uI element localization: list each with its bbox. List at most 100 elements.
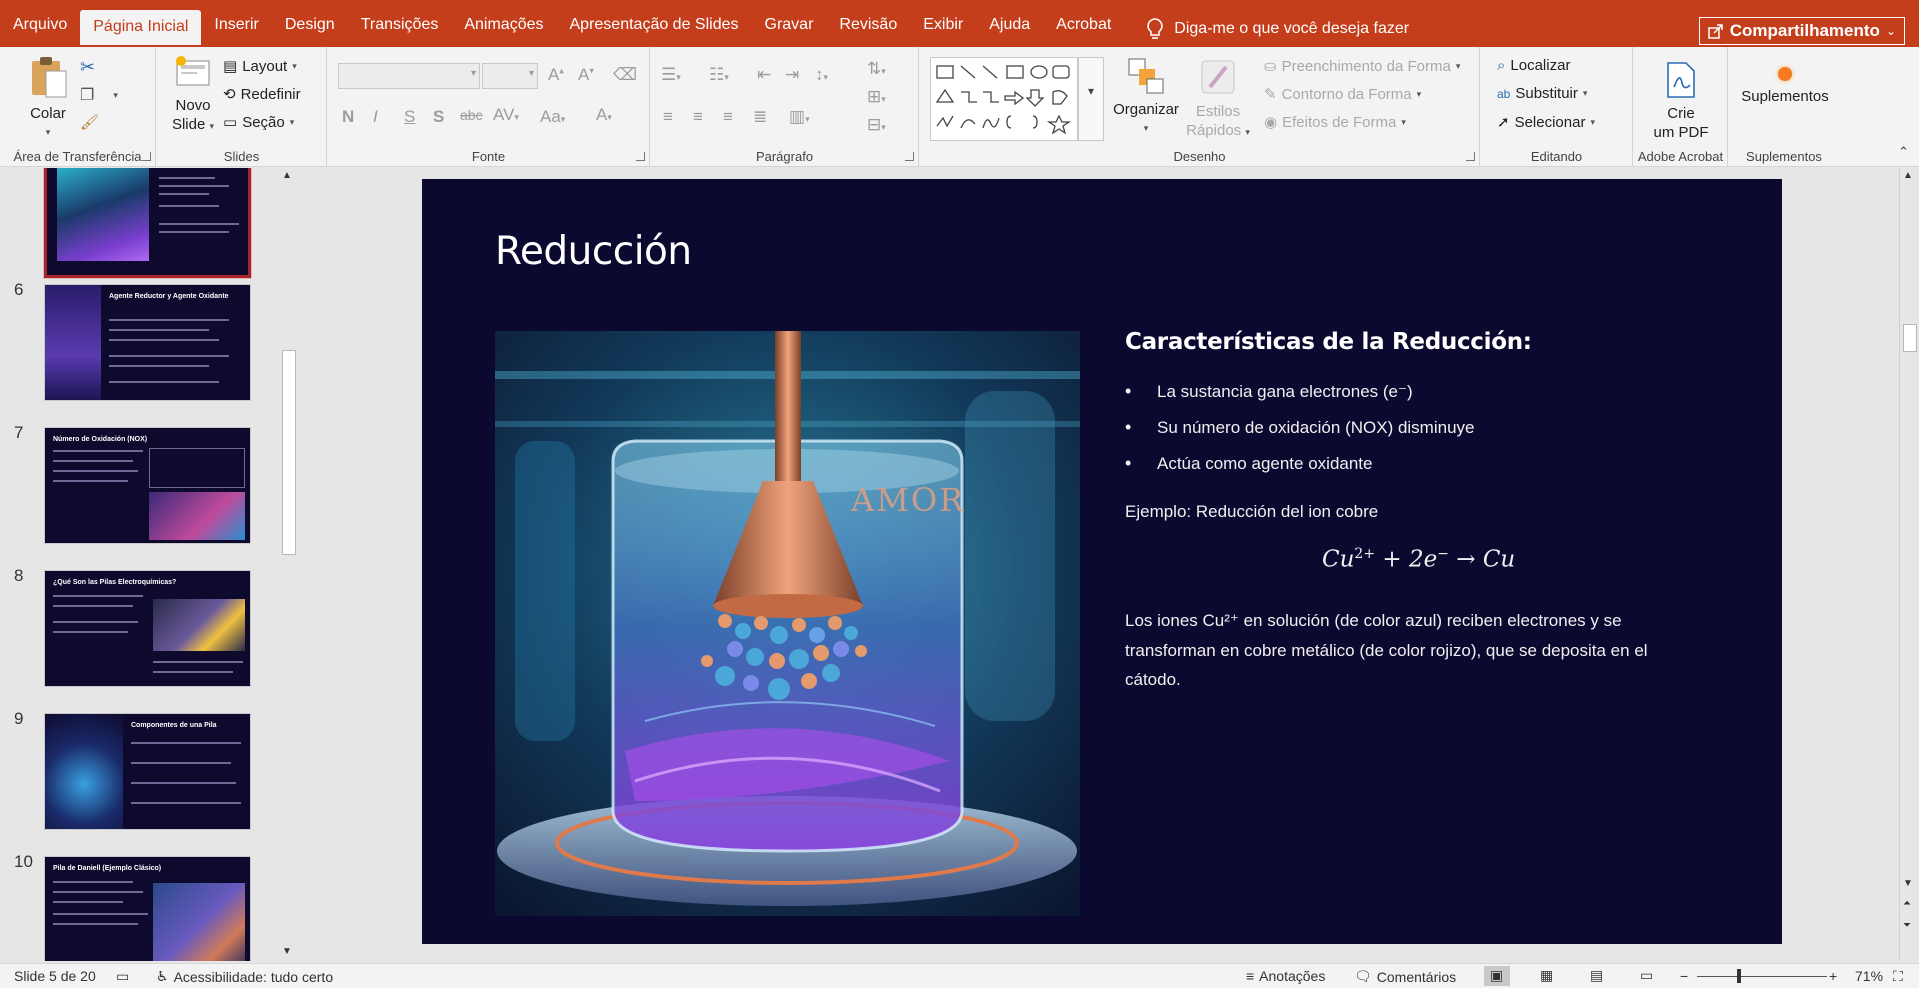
zoom-out-icon[interactable]: − bbox=[1680, 968, 1688, 984]
tab-transicoes[interactable]: Transições bbox=[348, 10, 452, 47]
slide-sorter-button[interactable]: ▦ bbox=[1534, 966, 1560, 986]
thumbnail-scrollbar[interactable]: ▲ ▼ bbox=[279, 168, 298, 961]
tab-revisao[interactable]: Revisão bbox=[826, 10, 910, 47]
tab-acrobat[interactable]: Acrobat bbox=[1043, 10, 1124, 47]
reading-view-button[interactable]: ▤ bbox=[1584, 966, 1610, 986]
zoom-in-icon[interactable]: + bbox=[1829, 968, 1837, 984]
clear-formatting-icon[interactable]: ⌫ bbox=[613, 65, 637, 85]
replace-button[interactable]: ab Substituir ▾ bbox=[1497, 85, 1587, 102]
select-button[interactable]: ➚ Selecionar ▾ bbox=[1497, 113, 1595, 132]
share-button[interactable]: Compartilhamento ⌄ bbox=[1698, 17, 1905, 45]
thumbnail-slide-5[interactable] bbox=[44, 168, 251, 278]
find-button[interactable]: ⌕ Localizar bbox=[1497, 57, 1570, 74]
thumbnail-slide-6[interactable]: Agente Reductor y Agente Oxidante bbox=[44, 284, 251, 401]
arrange-button[interactable]: Organizar ▾ bbox=[1110, 57, 1182, 138]
slideshow-button[interactable]: ▭ bbox=[1634, 966, 1660, 986]
columns-icon[interactable]: ▥▾ bbox=[789, 107, 810, 127]
thumbnail-slide-9[interactable]: Componentes de una Pila bbox=[44, 713, 251, 830]
bold-icon[interactable]: N bbox=[342, 107, 354, 127]
notes-button[interactable]: ≡ Anotações bbox=[1246, 968, 1325, 984]
spelling-icon[interactable]: ▭ bbox=[116, 968, 129, 985]
thumbnail-slide-10[interactable]: Pila de Daniell (Ejemplo Clásico) bbox=[44, 856, 251, 961]
zoom-level[interactable]: 71% bbox=[1855, 968, 1883, 984]
char-spacing-icon[interactable]: AV▾ bbox=[493, 105, 519, 125]
scroll-up-icon[interactable]: ▲ bbox=[1903, 170, 1913, 181]
italic-icon[interactable]: I bbox=[373, 107, 378, 127]
accessibility-button[interactable]: ♿ Acessibilidade: tudo certo bbox=[156, 968, 333, 985]
tab-apresentacao[interactable]: Apresentação de Slides bbox=[557, 10, 752, 47]
font-color-icon[interactable]: A▾ bbox=[596, 105, 612, 125]
comments-button[interactable]: 🗨 Comentários bbox=[1354, 968, 1456, 985]
copy-button[interactable]: ❐ ▾ bbox=[80, 85, 118, 105]
scroll-up-icon[interactable]: ▲ bbox=[282, 170, 292, 181]
next-slide-icon[interactable]: ⏷ bbox=[1903, 920, 1911, 931]
font-size-dropdown[interactable] bbox=[482, 63, 538, 89]
shape-fill-button[interactable]: ⛀ Preenchimento da Forma ▾ bbox=[1264, 57, 1460, 76]
create-pdf-button[interactable]: Crie um PDF bbox=[1642, 61, 1720, 142]
normal-view-button[interactable]: ▣ bbox=[1484, 966, 1510, 986]
tab-animacoes[interactable]: Animações bbox=[451, 10, 556, 47]
layout-button[interactable]: ▤ Layout ▾ bbox=[223, 57, 297, 76]
paste-button[interactable]: Colar ▾ bbox=[22, 55, 74, 142]
underline-icon[interactable]: S bbox=[404, 107, 415, 127]
shadow-icon[interactable]: S bbox=[433, 107, 444, 127]
scrollbar-thumb[interactable] bbox=[1903, 324, 1917, 352]
smartart-icon[interactable]: ⊟▾ bbox=[867, 115, 886, 135]
text-direction-icon[interactable]: ⇅▾ bbox=[867, 59, 886, 79]
bullets-icon[interactable]: ☰▾ bbox=[661, 65, 681, 85]
section-button[interactable]: ▭ Seção ▾ bbox=[223, 113, 294, 132]
shape-effects-button[interactable]: ◉ Efeitos de Forma ▾ bbox=[1264, 113, 1406, 132]
thumbnail-slide-8[interactable]: ¿Qué Son las Pilas Electroquímicas? bbox=[44, 570, 251, 687]
addins-button[interactable]: Suplementos bbox=[1733, 67, 1837, 106]
increase-font-icon[interactable]: A▴ bbox=[548, 65, 564, 85]
align-right-icon[interactable]: ≡ bbox=[723, 107, 733, 127]
dialog-launcher-icon[interactable] bbox=[636, 152, 645, 161]
align-text-icon[interactable]: ⊞▾ bbox=[867, 87, 886, 107]
bullet-list[interactable]: La sustancia gana electrones (e⁻) Su núm… bbox=[1125, 381, 1474, 490]
tab-ajuda[interactable]: Ajuda bbox=[976, 10, 1043, 47]
tab-design[interactable]: Design bbox=[272, 10, 348, 47]
change-case-icon[interactable]: Aa▾ bbox=[540, 107, 565, 127]
thumbnail-slide-7[interactable]: Número de Oxidación (NOX) bbox=[44, 427, 251, 544]
tab-pagina-inicial[interactable]: Página Inicial bbox=[80, 10, 202, 47]
tab-arquivo[interactable]: Arquivo bbox=[0, 10, 80, 47]
collapse-ribbon-icon[interactable]: ⌃ bbox=[1898, 144, 1909, 160]
slide-scrollbar[interactable]: ▲ ▼ ⏶ ⏷ bbox=[1899, 168, 1919, 961]
example-text[interactable]: Ejemplo: Reducción del ion cobre bbox=[1125, 502, 1378, 522]
description-text[interactable]: Los iones Cu²⁺ en solución (de color azu… bbox=[1125, 606, 1705, 695]
previous-slide-icon[interactable]: ⏶ bbox=[1903, 898, 1911, 909]
slide[interactable]: Reducción AMOR Características de la Red… bbox=[422, 179, 1782, 944]
scroll-down-icon[interactable]: ▼ bbox=[1903, 878, 1913, 889]
quick-styles-button[interactable]: Estilos Rápidos ▾ bbox=[1180, 57, 1256, 142]
slide-image[interactable]: AMOR bbox=[495, 331, 1080, 916]
tab-inserir[interactable]: Inserir bbox=[201, 10, 271, 47]
reset-button[interactable]: ⟲ Redefinir bbox=[223, 85, 301, 104]
increase-indent-icon[interactable]: ⇥ bbox=[785, 65, 799, 85]
tell-me-search[interactable]: Diga-me o que você deseja fazer bbox=[1146, 10, 1409, 47]
format-painter-button[interactable]: 🖌 bbox=[80, 113, 99, 131]
align-center-icon[interactable]: ≡ bbox=[693, 107, 703, 127]
reduction-subheading[interactable]: Características de la Reducción: bbox=[1125, 329, 1532, 355]
shapes-gallery[interactable] bbox=[930, 57, 1078, 141]
justify-icon[interactable]: ≣ bbox=[753, 107, 767, 127]
zoom-slider-handle[interactable] bbox=[1737, 969, 1741, 983]
line-spacing-icon[interactable]: ↕▾ bbox=[815, 65, 828, 85]
zoom-slider[interactable] bbox=[1697, 976, 1827, 977]
fit-to-window-icon[interactable]: ⛶ bbox=[1893, 968, 1903, 985]
dialog-launcher-icon[interactable] bbox=[905, 152, 914, 161]
font-family-dropdown[interactable] bbox=[338, 63, 480, 89]
scroll-down-icon[interactable]: ▼ bbox=[282, 946, 292, 957]
dialog-launcher-icon[interactable] bbox=[1466, 152, 1475, 161]
strikethrough-icon[interactable]: abc bbox=[460, 107, 483, 123]
align-left-icon[interactable]: ≡ bbox=[663, 107, 673, 127]
new-slide-button[interactable]: Novo Slide ▾ bbox=[163, 55, 223, 136]
shapes-more-button[interactable]: ▾ bbox=[1078, 57, 1104, 141]
tab-gravar[interactable]: Gravar bbox=[752, 10, 827, 47]
cut-button[interactable]: ✂ bbox=[80, 57, 95, 78]
numbering-icon[interactable]: ☷▾ bbox=[709, 65, 729, 85]
reduction-equation[interactable]: Cu2+ + 2e− → Cu bbox=[1322, 546, 1515, 573]
slide-title[interactable]: Reducción bbox=[495, 229, 692, 274]
tab-exibir[interactable]: Exibir bbox=[910, 10, 976, 47]
decrease-font-icon[interactable]: A▾ bbox=[578, 65, 594, 85]
shape-outline-button[interactable]: ✎ Contorno da Forma ▾ bbox=[1264, 85, 1421, 104]
